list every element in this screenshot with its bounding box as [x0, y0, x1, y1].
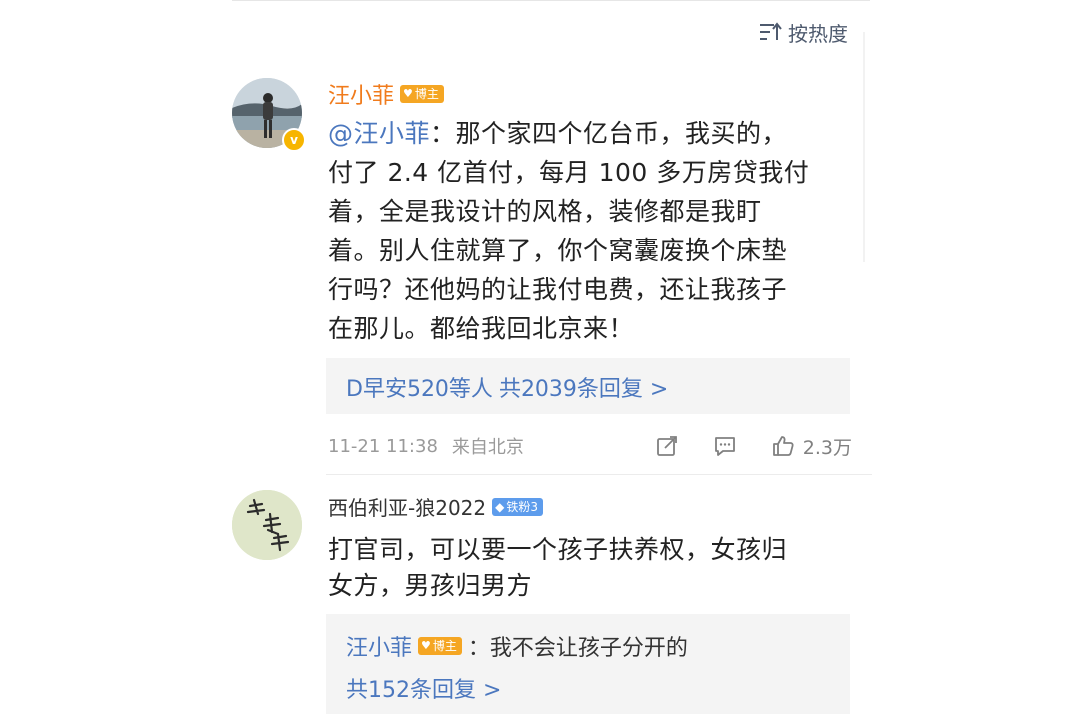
comment-divider [326, 474, 872, 475]
fan-badge: ◆ 铁粉3 [492, 497, 543, 516]
diamond-icon: ◆ [495, 499, 505, 514]
comment-text-line: 着，全是我设计的风格，装修都是我盯 [328, 197, 762, 226]
fire-icon: ♥ [403, 87, 413, 100]
timestamp: 11-21 11:38 [328, 435, 438, 457]
comment-text-line: 付了 2.4 亿首付，每月 100 多万房贷我付 [328, 158, 810, 187]
comment-item: 西伯利亚-狼2022 ◆ 铁粉3 打官司，可以要一个孩子扶养权，女孩归 女方，男… [232, 488, 852, 720]
sort-hot-icon [760, 22, 782, 40]
avatar-calligraphy [232, 490, 302, 560]
comment-text-line: ：那个家四个亿台币，我买的， [430, 119, 788, 148]
reply-author[interactable]: 汪小菲 [346, 630, 412, 662]
author-badge: ♥ 博主 [418, 637, 462, 655]
comment-icon[interactable] [713, 434, 737, 458]
comment-meta: 11-21 11:38 来自北京 2.3万 [328, 432, 852, 460]
reply-text: ：我不会让孩子分开的 [467, 636, 688, 661]
sort-by-hot-button[interactable]: 按热度 [758, 18, 848, 46]
comment-actions: 2.3万 [655, 433, 852, 460]
author-badge-label: 博主 [432, 639, 457, 653]
comment-text-line: 打官司，可以要一个孩子扶养权，女孩归 [328, 535, 788, 564]
replies-preview[interactable]: D早安520等人 共2039条回复 > [326, 358, 850, 414]
like-count: 2.3万 [802, 436, 852, 459]
top-divider [232, 0, 870, 1]
thumbs-up-icon [772, 436, 794, 456]
replies-summary[interactable]: D早安520等人 共2039条回复 > [346, 371, 668, 403]
share-icon[interactable] [655, 434, 679, 458]
reply-count-label: 共152条回复 > [346, 678, 502, 703]
verified-badge-icon: v [282, 128, 306, 152]
reply-item[interactable]: 汪小菲 ♥ 博主 ：我不会让孩子分开的 [346, 630, 688, 662]
comment-item: v 汪小菲 ♥ 博主 @汪小菲：那个家四个亿台币，我买的， 付了 2.4 亿首付… [232, 74, 852, 474]
comment-text-line: 着。别人住就算了，你个窝囊废换个床垫 [328, 236, 788, 265]
reply-count-link[interactable]: 共2039条回复 > [499, 371, 668, 403]
comment-text-line: 在那儿。都给我回北京来！ [328, 314, 635, 343]
comment-text: @汪小菲：那个家四个亿台币，我买的， 付了 2.4 亿首付，每月 100 多万房… [328, 114, 848, 348]
author-badge-label: 博主 [414, 87, 439, 101]
weibo-comments-page: 按热度 v 汪小菲 ♥ 博主 @汪小菲：那个家四个亿台币，我买的， 付了 2.4… [0, 0, 1080, 720]
avatar[interactable] [232, 490, 302, 560]
like-button[interactable]: 2.3万 [771, 433, 852, 460]
location: 来自北京 [451, 437, 524, 458]
repliers: D早安520等人 [346, 377, 493, 402]
fan-badge-label: 铁粉3 [506, 499, 538, 514]
fire-icon: ♥ [421, 639, 431, 652]
reply-count-link[interactable]: 共152条回复 > [346, 672, 501, 704]
comment-text: 打官司，可以要一个孩子扶养权，女孩归 女方，男孩归男方 [328, 532, 848, 604]
comment-text-line: 行吗？还他妈的让我付电费，还让我孩子 [328, 275, 788, 304]
sort-label: 按热度 [788, 21, 848, 46]
username[interactable]: 西伯利亚-狼2022 [328, 492, 486, 521]
scrollbar[interactable] [863, 32, 865, 262]
comment-text-line: 女方，男孩归男方 [328, 571, 533, 600]
username[interactable]: 汪小菲 [328, 78, 394, 110]
comment-header: 西伯利亚-狼2022 ◆ 铁粉3 [328, 492, 543, 521]
mention-link[interactable]: @汪小菲 [328, 119, 430, 148]
author-badge: ♥ 博主 [400, 85, 444, 103]
comment-header: 汪小菲 ♥ 博主 [328, 78, 444, 110]
replies-preview[interactable]: 汪小菲 ♥ 博主 ：我不会让孩子分开的 共152条回复 > [326, 614, 850, 714]
